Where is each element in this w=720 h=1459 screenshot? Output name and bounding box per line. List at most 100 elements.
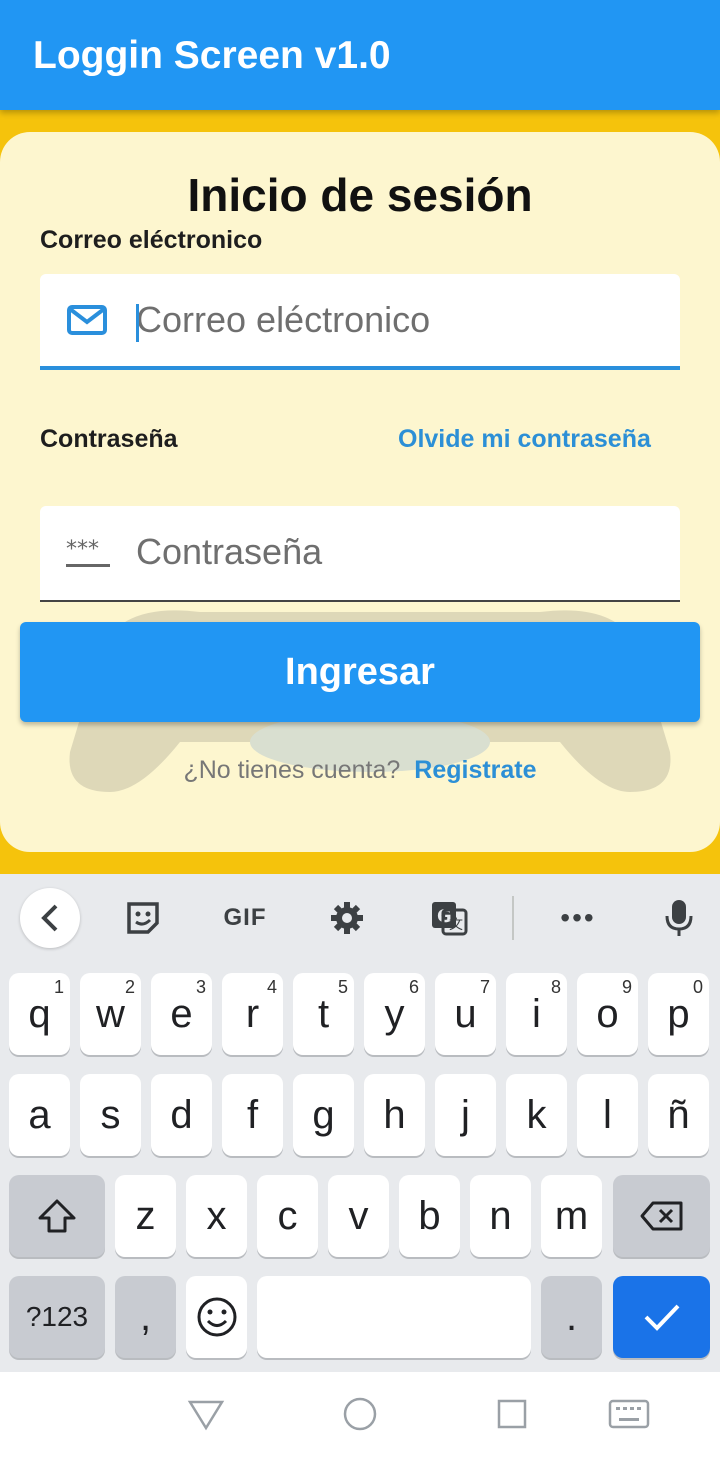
key-l[interactable]: l (577, 1074, 638, 1156)
back-triangle-icon[interactable] (186, 1394, 226, 1434)
key-label: q (28, 991, 51, 1036)
key-hint: 1 (53, 977, 64, 997)
key-u[interactable]: u7 (435, 973, 496, 1055)
comma-key[interactable]: , (115, 1276, 176, 1358)
key-s[interactable]: s (80, 1074, 141, 1156)
key-hint: 9 (621, 977, 632, 997)
settings-button[interactable] (322, 888, 372, 948)
key-h[interactable]: h (364, 1074, 425, 1156)
home-circle-icon[interactable] (340, 1394, 380, 1434)
password-label: Contraseña (40, 425, 178, 453)
soft-keyboard: GIF G 文 ••• q 1 w 2 e 3 r 4 t 5 y 6 u 7 … (0, 874, 720, 1372)
key-label: r (245, 991, 260, 1036)
emoji-key[interactable] (186, 1276, 247, 1358)
microphone-icon (665, 900, 693, 936)
password-input[interactable] (136, 506, 666, 598)
forgot-password-link[interactable]: Olvide mi contraseña (398, 425, 651, 454)
key-hint: 3 (195, 977, 206, 997)
key-i[interactable]: i8 (506, 973, 567, 1055)
chevron-left-icon (41, 904, 58, 932)
key-label: p (667, 991, 690, 1036)
key-v[interactable]: v (328, 1175, 389, 1257)
gear-icon (331, 902, 363, 934)
key-hint: 2 (124, 977, 135, 997)
key-f[interactable]: f (222, 1074, 283, 1156)
svg-text:***: *** (66, 537, 99, 562)
register-link[interactable]: Registrate (414, 756, 536, 784)
key-n-tilde[interactable]: ñ (648, 1074, 709, 1156)
gif-button[interactable]: GIF (215, 888, 275, 948)
sticker-icon (127, 902, 159, 934)
app-title: Loggin Screen v1.0 (33, 34, 391, 77)
symbols-key[interactable]: ?123 (9, 1276, 105, 1358)
key-r[interactable]: r4 (222, 973, 283, 1055)
key-p[interactable]: p0 (648, 973, 709, 1055)
period-key[interactable]: . (541, 1276, 602, 1358)
voice-input-button[interactable] (654, 888, 704, 948)
more-button[interactable]: ••• (548, 888, 608, 948)
key-label: w (96, 991, 125, 1036)
svg-text:文: 文 (449, 917, 463, 933)
key-t[interactable]: t5 (293, 973, 354, 1055)
key-hint: 5 (337, 977, 348, 997)
key-g[interactable]: g (293, 1074, 354, 1156)
backspace-icon (640, 1201, 682, 1231)
more-icon: ••• (560, 902, 596, 933)
key-w[interactable]: w2 (80, 973, 141, 1055)
key-hint: 0 (692, 977, 703, 997)
app-bar: Loggin Screen v1.0 (0, 0, 720, 110)
signup-prompt: ¿No tienes cuenta? Registrate (0, 756, 720, 785)
key-b[interactable]: b (399, 1175, 460, 1257)
key-o[interactable]: o9 (577, 973, 638, 1055)
keyboard-toolbar: GIF G 文 ••• (0, 874, 720, 962)
recents-square-icon[interactable] (492, 1394, 532, 1434)
login-button[interactable]: Ingresar (20, 622, 700, 722)
key-c[interactable]: c (257, 1175, 318, 1257)
text-cursor (136, 304, 139, 342)
back-button[interactable] (20, 888, 80, 948)
key-a[interactable]: a (9, 1074, 70, 1156)
key-y[interactable]: y6 (364, 973, 425, 1055)
key-label: o (596, 991, 619, 1036)
toolbar-divider (512, 896, 514, 940)
key-hint: 8 (550, 977, 561, 997)
backspace-key[interactable] (613, 1175, 710, 1257)
key-hint: 4 (266, 977, 277, 997)
key-label: y (384, 991, 405, 1036)
shift-key[interactable] (9, 1175, 105, 1257)
system-nav-bar (0, 1372, 720, 1459)
key-hint: 6 (408, 977, 419, 997)
email-input[interactable] (136, 274, 666, 366)
space-key[interactable] (257, 1276, 531, 1358)
password-icon: *** (66, 537, 110, 567)
key-label: u (454, 991, 477, 1036)
key-m[interactable]: m (541, 1175, 602, 1257)
translate-icon: G 文 (432, 902, 468, 936)
sticker-button[interactable] (118, 888, 168, 948)
key-label: t (317, 991, 330, 1036)
translate-button[interactable]: G 文 (424, 888, 474, 948)
keyboard-switch-icon[interactable] (607, 1394, 651, 1434)
emoji-icon (197, 1297, 236, 1337)
key-k[interactable]: k (506, 1074, 567, 1156)
password-field[interactable]: *** (40, 506, 680, 602)
key-q[interactable]: q1 (9, 973, 70, 1055)
key-n[interactable]: n (470, 1175, 531, 1257)
key-j[interactable]: j (435, 1074, 496, 1156)
email-label: Correo eléctronico (40, 226, 263, 254)
key-d[interactable]: d (151, 1074, 212, 1156)
email-field[interactable] (40, 274, 680, 370)
shift-icon (38, 1199, 76, 1233)
enter-key[interactable] (613, 1276, 710, 1358)
key-z[interactable]: z (115, 1175, 176, 1257)
key-hint: 7 (479, 977, 490, 997)
checkmark-icon (644, 1304, 679, 1331)
login-card: Inicio de sesión Correo eléctronico Cont… (0, 132, 720, 852)
key-x[interactable]: x (186, 1175, 247, 1257)
key-label: i (532, 991, 541, 1036)
mail-icon (67, 305, 107, 335)
key-e[interactable]: e3 (151, 973, 212, 1055)
key-label: e (170, 991, 193, 1036)
page-title: Inicio de sesión (187, 169, 533, 221)
no-account-text: ¿No tienes cuenta? (183, 756, 401, 784)
